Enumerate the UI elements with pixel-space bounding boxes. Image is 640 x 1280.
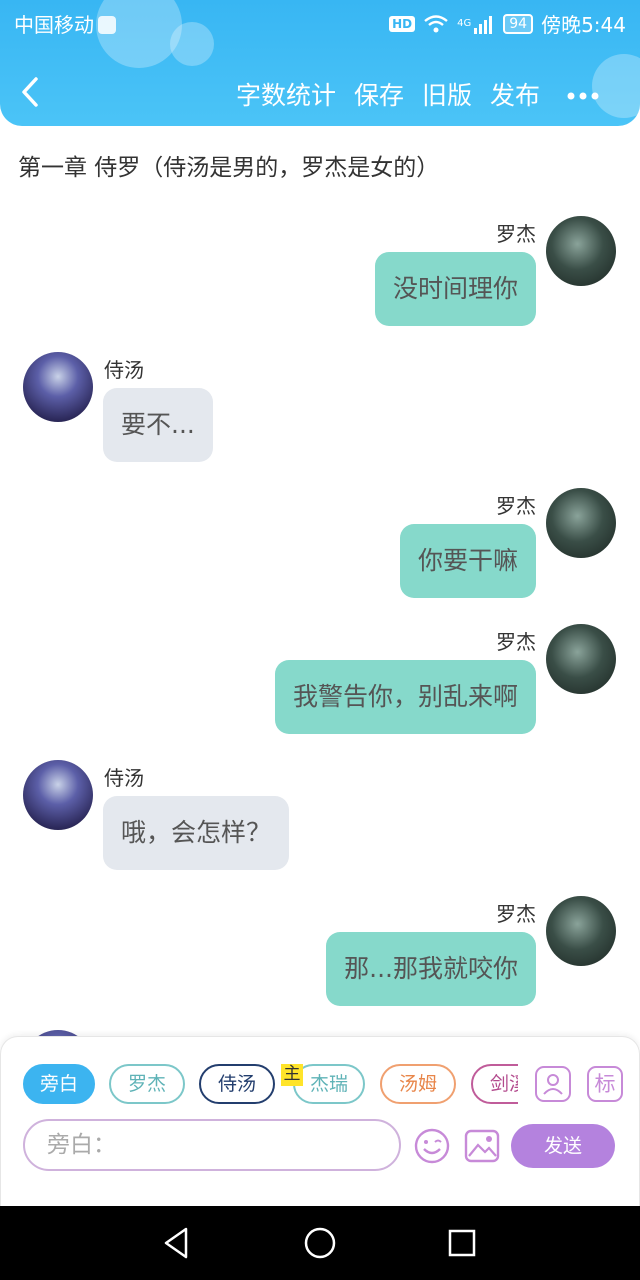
wifi-icon bbox=[424, 14, 448, 32]
toolbar-actions: 字数统计 保存 旧版 发布 bbox=[236, 76, 540, 112]
message-bubble[interactable]: 那...那我就咬你 bbox=[326, 932, 536, 1006]
triangle-back-icon bbox=[164, 1227, 188, 1259]
signal-icon bbox=[474, 15, 493, 34]
circle-home-icon bbox=[304, 1227, 336, 1259]
battery-indicator: 94 bbox=[503, 13, 534, 34]
message-bubble[interactable]: 哦，会怎样？ bbox=[103, 796, 290, 870]
message-input[interactable] bbox=[23, 1119, 401, 1171]
chat-message[interactable]: 罗杰 我警告你，别乱来啊 bbox=[0, 622, 640, 737]
system-nav-bar bbox=[0, 1206, 640, 1280]
role-chip-shitang[interactable]: 侍汤 bbox=[199, 1064, 275, 1104]
speaker-name: 罗杰 bbox=[496, 902, 536, 926]
status-indicators: HD 4G 94 傍晚5:44 bbox=[389, 9, 626, 38]
app-header: 中国移动 HD 4G 94 傍晚5:44 字数统计 保存 旧版 发布 bbox=[0, 0, 640, 126]
avatar[interactable] bbox=[23, 352, 93, 422]
main-role-badge: 主 bbox=[281, 1064, 303, 1086]
role-selector[interactable]: 旁白 罗杰 侍汤 杰瑞 汤姆 剑溪 主 bbox=[23, 1064, 518, 1106]
role-chip-jianxi[interactable]: 剑溪 bbox=[471, 1064, 518, 1104]
role-chip-luojie[interactable]: 罗杰 bbox=[109, 1064, 185, 1104]
clock: 傍晚5:44 bbox=[541, 13, 626, 37]
speaker-name: 罗杰 bbox=[496, 630, 536, 654]
avatar[interactable] bbox=[546, 216, 616, 286]
role-chip-jierui[interactable]: 杰瑞 bbox=[293, 1064, 365, 1104]
speaker-name: 罗杰 bbox=[496, 494, 536, 518]
role-chip-tangmu[interactable]: 汤姆 bbox=[380, 1064, 456, 1104]
square-recents-icon bbox=[448, 1229, 476, 1257]
emoji-button[interactable] bbox=[413, 1127, 451, 1165]
emoji-icon bbox=[414, 1128, 450, 1164]
avatar[interactable] bbox=[546, 624, 616, 694]
chat-message[interactable]: 罗杰 那...那我就咬你 bbox=[0, 894, 640, 1009]
manage-roles-button[interactable] bbox=[535, 1066, 571, 1102]
contacts-icon bbox=[543, 1074, 563, 1095]
publish-button[interactable]: 发布 bbox=[490, 76, 540, 112]
composer-panel: 旁白 罗杰 侍汤 杰瑞 汤姆 剑溪 主 标 发送 bbox=[0, 1036, 640, 1206]
save-button[interactable]: 保存 bbox=[354, 76, 404, 112]
image-button[interactable] bbox=[463, 1127, 501, 1165]
network-type: 4G bbox=[457, 18, 472, 29]
chevron-left-icon bbox=[22, 77, 38, 107]
more-button[interactable] bbox=[566, 78, 600, 108]
status-bar: 中国移动 HD 4G 94 傍晚5:44 bbox=[0, 0, 640, 44]
editor-toolbar: 字数统计 保存 旧版 发布 bbox=[0, 58, 640, 126]
carrier-name: 中国移动 bbox=[14, 13, 94, 37]
avatar[interactable] bbox=[546, 896, 616, 966]
nav-back-button[interactable] bbox=[160, 1225, 196, 1261]
speaker-name: 侍汤 bbox=[104, 358, 144, 382]
back-button[interactable] bbox=[20, 70, 50, 114]
more-dots-icon bbox=[567, 92, 599, 100]
message-bubble[interactable]: 我警告你，别乱来啊 bbox=[274, 660, 536, 734]
image-icon bbox=[464, 1129, 500, 1163]
chat-message[interactable]: 罗杰 没时间理你 bbox=[0, 214, 640, 329]
nav-recents-button[interactable] bbox=[444, 1225, 480, 1261]
chat-message[interactable]: 侍汤 要不... bbox=[0, 350, 640, 465]
chat-message[interactable]: 罗杰 你要干嘛 bbox=[0, 486, 640, 601]
old-version-button[interactable]: 旧版 bbox=[422, 76, 472, 112]
chat-message[interactable]: 侍汤 哦，会怎样？ bbox=[0, 758, 640, 873]
message-bubble[interactable]: 没时间理你 bbox=[374, 252, 536, 326]
role-chip-narrator[interactable]: 旁白 bbox=[23, 1064, 95, 1104]
avatar[interactable] bbox=[546, 488, 616, 558]
paw-icon bbox=[98, 16, 116, 34]
hd-icon: HD bbox=[389, 15, 416, 32]
message-bubble[interactable]: 你要干嘛 bbox=[399, 524, 536, 598]
tag-button[interactable]: 标 bbox=[587, 1066, 623, 1102]
carrier-label: 中国移动 bbox=[14, 9, 116, 38]
speaker-name: 侍汤 bbox=[104, 766, 144, 790]
nav-home-button[interactable] bbox=[302, 1225, 338, 1261]
speaker-name: 罗杰 bbox=[496, 222, 536, 246]
send-button[interactable]: 发送 bbox=[511, 1124, 615, 1168]
avatar[interactable] bbox=[23, 760, 93, 830]
chapter-title[interactable]: 第一章 侍罗（侍汤是男的，罗杰是女的） bbox=[18, 148, 439, 182]
message-bubble[interactable]: 要不... bbox=[103, 388, 213, 462]
word-count-button[interactable]: 字数统计 bbox=[236, 76, 336, 112]
